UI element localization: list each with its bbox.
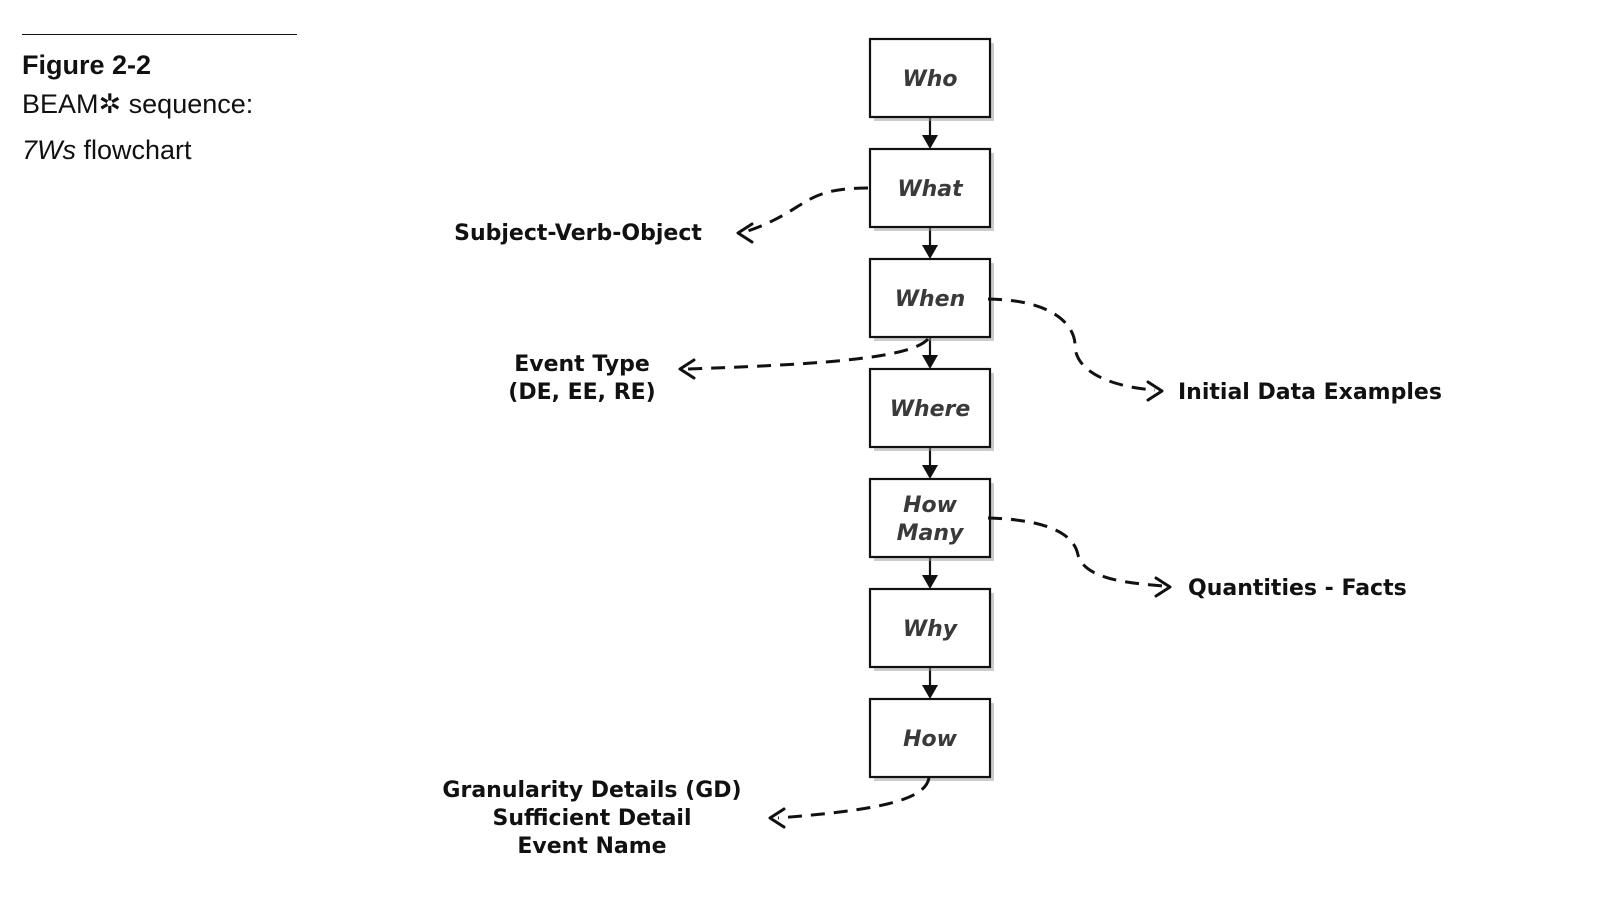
annotation-initial-data-examples: Initial Data Examples [987, 297, 1442, 405]
flowchart-diagram: Who What When Where How Many Why How Subject-Ve… [442, 37, 1442, 859]
arrow-down-icon [922, 685, 938, 699]
step-box-where: Where [868, 367, 994, 451]
annotation-label: Event Name [517, 834, 666, 859]
step-label: Why [903, 617, 959, 642]
step-box-who: Who [868, 37, 994, 121]
dashed-connector [744, 186, 869, 234]
step-label: What [897, 177, 964, 202]
annotation-event-type: Event Type (DE, EE, RE) [508, 337, 930, 405]
step-label: Who [902, 67, 957, 92]
annotation-label: Subject-Verb-Object [454, 221, 702, 246]
step-box-when: When [868, 257, 994, 341]
step-label: When [895, 287, 966, 312]
arrow-right-icon [1146, 380, 1164, 402]
step-box-why: Why [868, 587, 994, 671]
flow-steps: Who What When Where How Many Why How [868, 37, 994, 781]
dashed-connector [777, 777, 931, 820]
annotation-subject-verb-object: Subject-Verb-Object [454, 186, 869, 246]
annotation-label: Sufficient Detail [492, 806, 691, 831]
arrow-down-icon [922, 245, 938, 259]
step-box-how: How [868, 697, 994, 781]
step-box-what: What [868, 147, 994, 231]
annotation-label: Quantities - Facts [1188, 576, 1407, 601]
dashed-connector [987, 516, 1164, 588]
step-label: How [903, 493, 958, 518]
annotation-granularity: Granularity Details (GD) Sufficient Detai… [442, 777, 931, 859]
arrow-down-icon [922, 575, 938, 589]
step-box-how-many: How Many [868, 477, 994, 561]
step-label: How [903, 727, 958, 752]
annotation-label: Initial Data Examples [1178, 380, 1442, 405]
arrow-left-icon [736, 222, 754, 244]
dashed-connector [687, 337, 930, 371]
arrow-left-icon [768, 807, 786, 829]
annotation-label: (DE, EE, RE) [508, 380, 655, 405]
arrow-down-icon [922, 135, 938, 149]
step-label: Many [897, 521, 965, 546]
annotation-label: Granularity Details (GD) [442, 778, 741, 803]
arrow-down-icon [922, 355, 938, 369]
arrow-down-icon [922, 465, 938, 479]
step-label: Where [890, 397, 971, 422]
dashed-connector [987, 297, 1156, 392]
annotation-label: Event Type [514, 352, 650, 377]
annotation-quantities-facts: Quantities - Facts [987, 516, 1407, 601]
